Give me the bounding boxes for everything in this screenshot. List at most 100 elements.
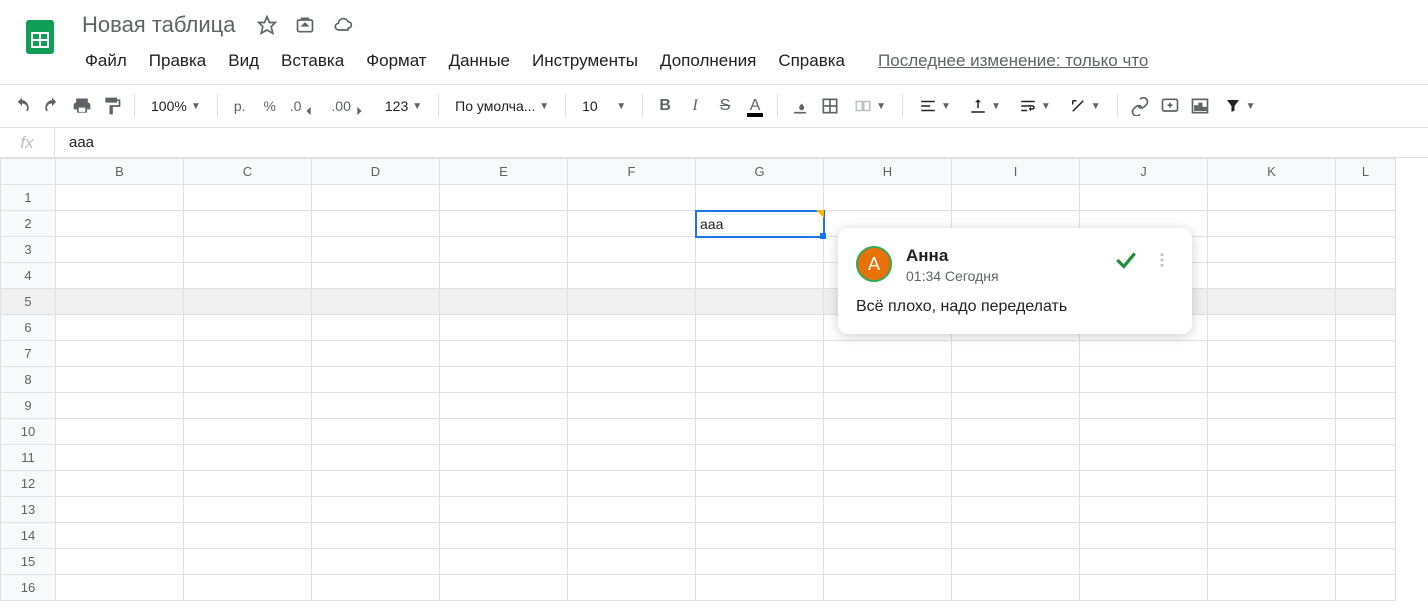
cell[interactable]: [1336, 289, 1396, 315]
cell[interactable]: [312, 211, 440, 237]
document-title[interactable]: Новая таблица: [76, 10, 241, 40]
cell[interactable]: [1208, 315, 1336, 341]
cell[interactable]: [56, 575, 184, 601]
cell[interactable]: [56, 237, 184, 263]
cell[interactable]: [312, 549, 440, 575]
cell[interactable]: [184, 289, 312, 315]
row-header[interactable]: 8: [1, 367, 56, 393]
cell[interactable]: [952, 367, 1080, 393]
cell[interactable]: [952, 497, 1080, 523]
row-header[interactable]: 5: [1, 289, 56, 315]
cell[interactable]: [440, 185, 568, 211]
cell[interactable]: [440, 289, 568, 315]
cell[interactable]: [952, 185, 1080, 211]
cell[interactable]: [184, 419, 312, 445]
fx-value[interactable]: ааа: [55, 134, 108, 151]
cell[interactable]: [184, 185, 312, 211]
cell[interactable]: [1080, 419, 1208, 445]
spreadsheet-grid[interactable]: B C D E F G H I J K L 1 2ааа 3 4 5 6 7 8…: [0, 158, 1396, 601]
cell[interactable]: [696, 393, 824, 419]
cell[interactable]: [1080, 393, 1208, 419]
row-header[interactable]: 4: [1, 263, 56, 289]
cell[interactable]: [184, 263, 312, 289]
cell[interactable]: [1336, 523, 1396, 549]
cell[interactable]: [184, 549, 312, 575]
cell[interactable]: [1336, 315, 1396, 341]
cell[interactable]: [56, 211, 184, 237]
cell[interactable]: [312, 445, 440, 471]
cell[interactable]: [1080, 523, 1208, 549]
menu-view[interactable]: Вид: [219, 46, 268, 76]
cell[interactable]: [568, 315, 696, 341]
cell[interactable]: [696, 445, 824, 471]
cell[interactable]: [824, 497, 952, 523]
cell[interactable]: [56, 185, 184, 211]
cell[interactable]: [1208, 393, 1336, 419]
cell[interactable]: [1336, 497, 1396, 523]
cell[interactable]: [952, 523, 1080, 549]
cell[interactable]: [1208, 289, 1336, 315]
col-header[interactable]: B: [56, 159, 184, 185]
cell[interactable]: [1208, 211, 1336, 237]
menu-tools[interactable]: Инструменты: [523, 46, 647, 76]
print-button[interactable]: [68, 92, 96, 120]
cell[interactable]: [696, 523, 824, 549]
cell[interactable]: [56, 419, 184, 445]
chart-button[interactable]: [1186, 92, 1214, 120]
cell[interactable]: [184, 523, 312, 549]
cell[interactable]: [56, 549, 184, 575]
cell[interactable]: [312, 419, 440, 445]
zoom-select[interactable]: 100%▼: [143, 92, 209, 120]
menu-addons[interactable]: Дополнения: [651, 46, 765, 76]
decrease-decimal-button[interactable]: .0: [286, 92, 326, 120]
cell[interactable]: [568, 393, 696, 419]
cell[interactable]: [184, 367, 312, 393]
row-header[interactable]: 2: [1, 211, 56, 237]
italic-button[interactable]: I: [681, 92, 709, 120]
more-options-button[interactable]: [1150, 248, 1174, 272]
cell[interactable]: [440, 575, 568, 601]
cell[interactable]: [952, 393, 1080, 419]
cell[interactable]: [1336, 445, 1396, 471]
bold-button[interactable]: B: [651, 92, 679, 120]
strikethrough-button[interactable]: S: [711, 92, 739, 120]
star-icon[interactable]: [255, 13, 279, 37]
cell[interactable]: [1080, 497, 1208, 523]
menu-edit[interactable]: Правка: [140, 46, 215, 76]
increase-decimal-button[interactable]: .00: [327, 92, 374, 120]
col-header[interactable]: I: [952, 159, 1080, 185]
cell[interactable]: [1080, 341, 1208, 367]
cell[interactable]: [1208, 575, 1336, 601]
cell[interactable]: [440, 315, 568, 341]
cell[interactable]: [56, 341, 184, 367]
cell[interactable]: [312, 497, 440, 523]
cell[interactable]: [184, 575, 312, 601]
cell[interactable]: [1208, 549, 1336, 575]
last-change-link[interactable]: Последнее изменение: только что: [878, 51, 1148, 71]
halign-button[interactable]: ▼: [911, 92, 959, 120]
row-header[interactable]: 6: [1, 315, 56, 341]
cell[interactable]: [1336, 367, 1396, 393]
cell[interactable]: [440, 367, 568, 393]
cell[interactable]: [312, 575, 440, 601]
cell[interactable]: [696, 471, 824, 497]
cell[interactable]: [568, 549, 696, 575]
cell[interactable]: [1208, 237, 1336, 263]
fontsize-select[interactable]: 10▼: [574, 92, 634, 120]
cell[interactable]: [1208, 367, 1336, 393]
cell[interactable]: [1080, 471, 1208, 497]
col-header[interactable]: D: [312, 159, 440, 185]
cell[interactable]: [1336, 341, 1396, 367]
col-header[interactable]: C: [184, 159, 312, 185]
cell[interactable]: [824, 471, 952, 497]
cell[interactable]: [696, 549, 824, 575]
menu-format[interactable]: Формат: [357, 46, 435, 76]
row-header[interactable]: 16: [1, 575, 56, 601]
cell[interactable]: [824, 419, 952, 445]
cell[interactable]: [56, 393, 184, 419]
cell[interactable]: [824, 575, 952, 601]
cell[interactable]: [952, 419, 1080, 445]
cell[interactable]: [1336, 549, 1396, 575]
cell[interactable]: [1336, 211, 1396, 237]
number-format-select[interactable]: 123▼: [377, 92, 430, 120]
